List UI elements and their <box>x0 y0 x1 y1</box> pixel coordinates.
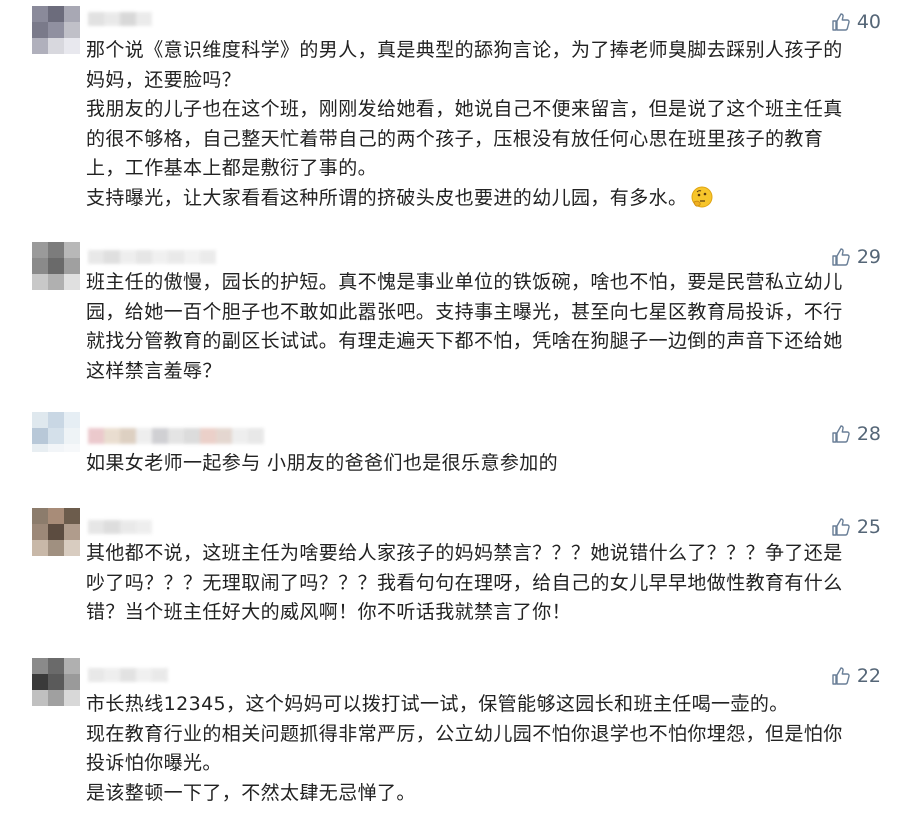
like-button[interactable]: 28 <box>831 422 881 446</box>
like-count: 40 <box>856 11 881 33</box>
thumbs-up-icon <box>832 425 850 443</box>
nickname-blurred[interactable] <box>88 520 152 534</box>
like-count: 22 <box>856 665 881 687</box>
like-count: 29 <box>856 246 881 268</box>
thumbs-up-icon <box>832 248 850 266</box>
avatar[interactable] <box>32 6 80 54</box>
comment-paragraph: 那个说《意识维度科学》的男人，真是典型的舔狗言论，为了捧老师臭脚去踩别人孩子的妈… <box>86 39 843 91</box>
like-count: 28 <box>856 423 881 445</box>
comment-paragraph: 如果女老师一起参与 小朋友的爸爸们也是很乐意参加的 <box>86 452 559 474</box>
like-button[interactable]: 22 <box>831 664 881 688</box>
like-count: 25 <box>856 516 881 538</box>
comment-paragraph: 是该整顿一下了，不然太肆无忌惮了。 <box>86 781 416 804</box>
like-button[interactable]: 25 <box>831 515 881 539</box>
like-button[interactable]: 29 <box>831 245 881 269</box>
thumbs-up-icon <box>832 667 850 685</box>
like-button[interactable]: 40 <box>831 10 881 34</box>
comment-paragraph: 其他都不说，这班主任为啥要给人家孩子的妈妈禁言？？？她说错什么了？？？争了还是吵… <box>86 542 843 623</box>
avatar[interactable] <box>32 658 80 706</box>
comment-paragraph: 现在教育行业的相关问题抓得非常严厉，公立幼儿园不怕你退学也不怕你埋怨，但是怕你投… <box>86 722 843 775</box>
comment-text: 班主任的傲慢，园长的护短。真不愧是事业单位的铁饭碗，啥也不怕，要是民营私立幼儿园… <box>86 268 846 386</box>
thumbs-up-icon <box>832 518 850 536</box>
thinking-face-icon <box>691 186 713 207</box>
comment-text: 那个说《意识维度科学》的男人，真是典型的舔狗言论，为了捧老师臭脚去踩别人孩子的妈… <box>86 36 846 213</box>
nickname-blurred[interactable] <box>88 250 216 264</box>
thumbs-up-icon <box>832 13 850 31</box>
nickname-blurred[interactable] <box>88 428 264 444</box>
comment-paragraph: 支持曝光，让大家看看这种所谓的挤破头皮也要进的幼儿园，有多水。 <box>86 184 846 214</box>
nickname-blurred[interactable] <box>88 12 152 26</box>
comment-text: 市长热线12345，这个妈妈可以拨打试一试，保管能够这园长和班主任喝一壶的。 现… <box>86 690 846 808</box>
nickname-blurred[interactable] <box>88 668 168 682</box>
comment-paragraph: 班主任的傲慢，园长的护短。真不愧是事业单位的铁饭碗，啥也不怕，要是民营私立幼儿园… <box>86 271 843 382</box>
comment-text: 其他都不说，这班主任为啥要给人家孩子的妈妈禁言？？？她说错什么了？？？争了还是吵… <box>86 539 846 628</box>
avatar[interactable] <box>32 412 80 452</box>
avatar[interactable] <box>32 242 80 290</box>
comment-text: 如果女老师一起参与 小朋友的爸爸们也是很乐意参加的 <box>86 449 846 479</box>
avatar[interactable] <box>32 508 80 556</box>
comment-paragraph: 我朋友的儿子也在这个班，刚刚发给她看，她说自己不便来留言，但是说了这个班主任真的… <box>86 98 843 179</box>
comment-paragraph: 市长热线12345，这个妈妈可以拨打试一试，保管能够这园长和班主任喝一壶的。 <box>86 693 789 715</box>
